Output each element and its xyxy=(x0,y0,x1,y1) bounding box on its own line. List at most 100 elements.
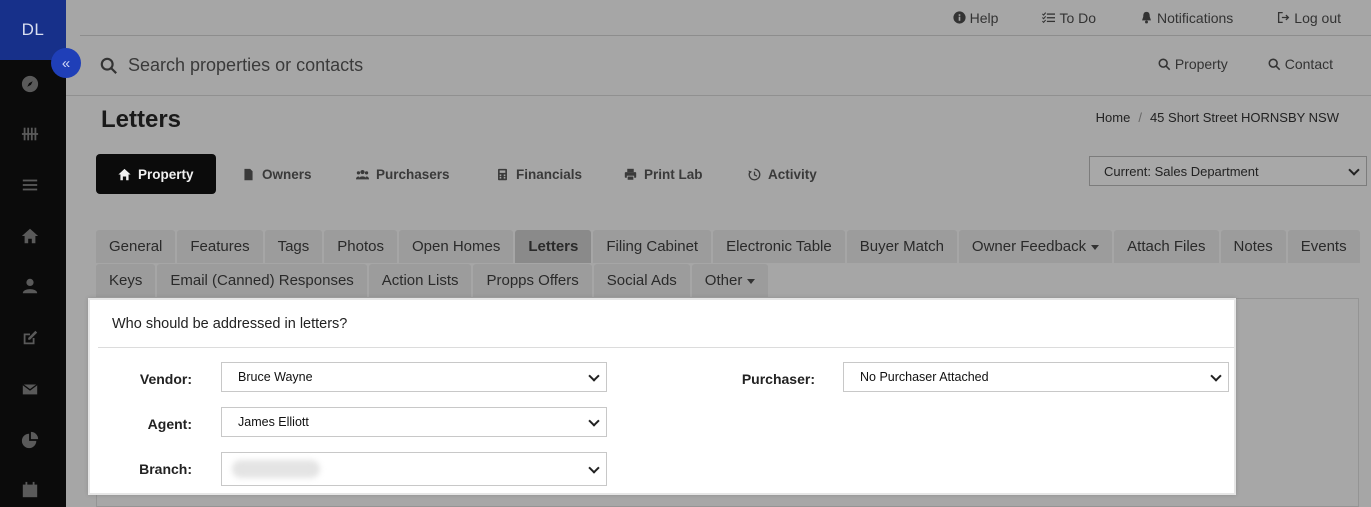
tab-financials-label: Financials xyxy=(516,166,583,182)
printer-icon xyxy=(624,168,637,181)
branch-label: Branch: xyxy=(139,461,192,477)
subtab-other-label: Other xyxy=(704,272,743,289)
main-tab-bar: Property Owners Purchasers Financials Pr… xyxy=(96,154,1371,194)
chevron-down-icon xyxy=(1210,370,1222,382)
redacted-branch-value xyxy=(232,460,320,478)
branch-select[interactable] xyxy=(221,452,607,486)
card-heading: Who should be addressed in letters? xyxy=(98,300,1234,348)
list-icon[interactable] xyxy=(20,175,40,195)
sidebar: DL xyxy=(0,0,66,507)
purchaser-select[interactable]: No Purchaser Attached xyxy=(843,362,1229,392)
vendor-select[interactable]: Bruce Wayne xyxy=(221,362,607,392)
subtab-action-lists[interactable]: Action Lists xyxy=(368,264,472,297)
tab-property-label: Property xyxy=(138,166,194,182)
page-title: Letters xyxy=(101,106,182,133)
search-contact-link[interactable]: Contact xyxy=(1268,56,1333,72)
notifications-label: Notifications xyxy=(1157,9,1234,26)
subtab-propps-offers[interactable]: Propps Offers xyxy=(473,264,592,297)
edit-icon[interactable] xyxy=(20,328,40,348)
subtab-email-responses[interactable]: Email (Canned) Responses xyxy=(157,264,367,297)
subtab-features[interactable]: Features xyxy=(177,230,263,263)
tab-financials[interactable]: Financials xyxy=(496,154,582,194)
search-icon xyxy=(100,57,117,74)
tab-print-lab-label: Print Lab xyxy=(644,166,703,182)
department-select[interactable]: Current: Sales Department xyxy=(1089,156,1367,186)
subtab-events[interactable]: Events xyxy=(1287,230,1360,263)
compass-icon[interactable] xyxy=(20,74,40,94)
heading-row: Letters Home / 45 Short Street HORNSBY NSW xyxy=(66,96,1371,142)
breadcrumb-current: 45 Short Street HORNSBY NSW xyxy=(1149,110,1339,125)
search-input[interactable] xyxy=(128,55,728,76)
tab-property[interactable]: Property xyxy=(96,154,216,194)
tab-activity-label: Activity xyxy=(768,166,817,182)
subtab-electronic-table[interactable]: Electronic Table xyxy=(713,230,845,263)
subtab-notes[interactable]: Notes xyxy=(1220,230,1286,263)
chevron-down-icon xyxy=(588,415,600,427)
tab-purchasers-label: Purchasers xyxy=(376,166,450,182)
purchaser-label: Purchaser: xyxy=(741,371,815,387)
subtab-buyer-match[interactable]: Buyer Match xyxy=(846,230,957,263)
info-icon xyxy=(953,11,966,24)
agent-select[interactable]: James Elliott xyxy=(221,407,607,437)
search-property-link[interactable]: Property xyxy=(1158,56,1228,72)
pie-chart-icon[interactable] xyxy=(20,430,40,450)
letters-addressee-card: Who should be addressed in letters? Vend… xyxy=(88,298,1236,495)
subtab-owner-feedback-label: Owner Feedback xyxy=(971,238,1087,255)
todo-label: To Do xyxy=(1059,9,1097,26)
breadcrumb-home[interactable]: Home xyxy=(1096,110,1131,125)
subtab-social-ads[interactable]: Social Ads xyxy=(593,264,690,297)
logout-link[interactable]: Log out xyxy=(1277,10,1341,26)
subtab-photos[interactable]: Photos xyxy=(324,230,397,263)
subtab-attach-files[interactable]: Attach Files xyxy=(1114,230,1219,263)
help-link[interactable]: Help xyxy=(953,9,999,26)
vendor-select-value: Bruce Wayne xyxy=(238,370,313,384)
agent-label: Agent: xyxy=(147,416,192,432)
breadcrumb: Home / 45 Short Street HORNSBY NSW xyxy=(1096,110,1339,125)
logout-icon xyxy=(1278,11,1290,24)
help-label: Help xyxy=(969,9,999,26)
history-icon xyxy=(748,168,761,180)
tab-owners-label: Owners xyxy=(262,166,312,182)
search-contact-label: Contact xyxy=(1284,56,1333,72)
users-icon xyxy=(356,169,369,179)
home-icon[interactable] xyxy=(20,226,40,246)
tab-purchasers[interactable]: Purchasers xyxy=(356,154,450,194)
vendor-label: Vendor: xyxy=(139,371,192,387)
subtab-other[interactable]: Other xyxy=(691,264,769,297)
caret-down-icon xyxy=(747,279,756,284)
calendar-icon[interactable] xyxy=(20,480,40,500)
breadcrumb-separator: / xyxy=(1138,110,1142,125)
todo-link[interactable]: To Do xyxy=(1042,10,1096,26)
caret-down-icon xyxy=(1091,245,1100,250)
mail-icon[interactable] xyxy=(20,379,40,399)
subtab-open-homes[interactable]: Open Homes xyxy=(398,230,514,263)
calculator-icon xyxy=(498,168,507,180)
top-bar: Help To Do Notifications Log out xyxy=(80,0,1371,36)
subtab-keys[interactable]: Keys xyxy=(96,264,156,297)
tab-activity[interactable]: Activity xyxy=(748,154,817,194)
chevron-down-icon xyxy=(588,370,600,382)
search-icon xyxy=(1268,58,1281,70)
chevron-down-icon xyxy=(1348,164,1360,176)
subtab-general[interactable]: General xyxy=(96,230,176,263)
department-select-value: Current: Sales Department xyxy=(1104,163,1259,179)
search-bar: Property Contact xyxy=(66,36,1371,96)
chevron-down-icon xyxy=(588,462,600,474)
search-property-label: Property xyxy=(1174,56,1228,72)
tally-icon[interactable] xyxy=(20,124,40,144)
checklist-icon xyxy=(1042,12,1056,24)
tab-print-lab[interactable]: Print Lab xyxy=(624,154,703,194)
search-icon xyxy=(1158,58,1171,70)
logout-label: Log out xyxy=(1294,9,1341,26)
tab-owners[interactable]: Owners xyxy=(242,154,312,194)
collapse-sidebar-button[interactable]: « xyxy=(51,48,81,78)
subtab-letters[interactable]: Letters xyxy=(515,230,592,263)
subtab-owner-feedback[interactable]: Owner Feedback xyxy=(958,230,1113,263)
subtab-filing-cabinet[interactable]: Filing Cabinet xyxy=(593,230,712,263)
notifications-link[interactable]: Notifications xyxy=(1140,10,1233,26)
purchaser-select-value: No Purchaser Attached xyxy=(860,370,989,384)
sub-tabs-row-2: Keys Email (Canned) Responses Action Lis… xyxy=(96,264,770,297)
bell-icon xyxy=(1142,11,1151,24)
subtab-tags[interactable]: Tags xyxy=(264,230,323,263)
person-icon[interactable] xyxy=(20,276,40,296)
